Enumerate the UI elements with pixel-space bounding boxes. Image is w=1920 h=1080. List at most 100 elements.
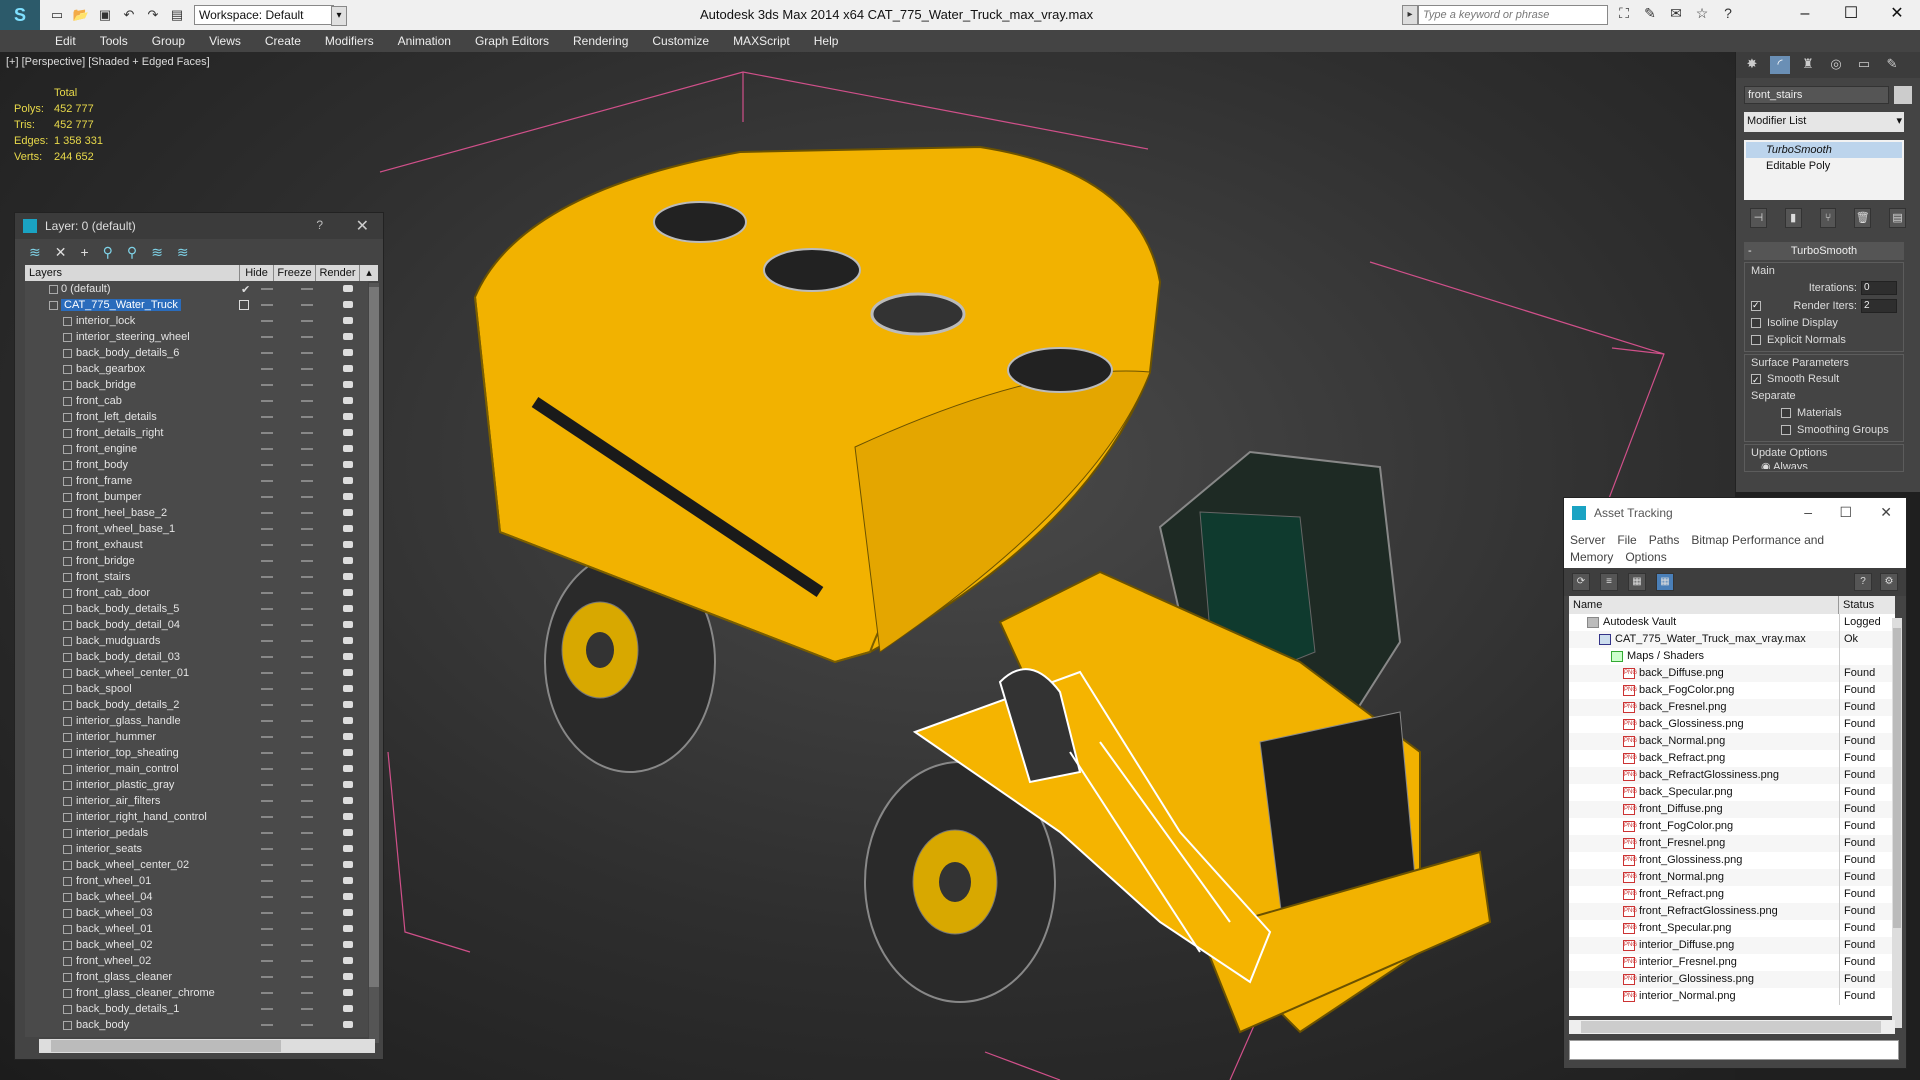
asset-path-field[interactable] (1569, 1040, 1899, 1060)
render-teapot-icon[interactable] (343, 461, 353, 468)
freeze-toggle[interactable] (301, 720, 313, 722)
layer-name[interactable]: back_mudguards (76, 635, 160, 647)
render-teapot-icon[interactable] (343, 749, 353, 756)
hide-toggle[interactable] (261, 464, 273, 466)
menu-tools[interactable]: Tools (100, 34, 128, 48)
layer-row[interactable]: front_wheel_01 (25, 873, 368, 889)
render-teapot-icon[interactable] (343, 397, 353, 404)
hierarchy-tab-icon[interactable]: ♜ (1798, 56, 1818, 74)
layer-name[interactable]: front_engine (76, 443, 137, 455)
asset-row[interactable]: PNG front_Specular.png Found (1569, 920, 1895, 937)
layer-row[interactable]: back_body_details_1 (25, 1001, 368, 1017)
render-teapot-icon[interactable] (343, 429, 353, 436)
list-view-icon[interactable]: ≡ (1600, 573, 1618, 591)
asset-row[interactable]: PNG interior_Glossiness.png Found (1569, 971, 1895, 988)
hide-toggle[interactable] (261, 880, 273, 882)
render-teapot-icon[interactable] (343, 1021, 353, 1028)
render-teapot-icon[interactable] (343, 941, 353, 948)
hide-toggle[interactable] (261, 320, 273, 322)
asset-row[interactable]: PNG back_FogColor.png Found (1569, 682, 1895, 699)
freeze-toggle[interactable] (301, 688, 313, 690)
asset-row[interactable]: PNG interior_Fresnel.png Found (1569, 954, 1895, 971)
hide-toggle[interactable] (261, 848, 273, 850)
freeze-toggle[interactable] (301, 992, 313, 994)
layer-name[interactable]: front_details_right (76, 427, 163, 439)
hide-toggle[interactable] (261, 592, 273, 594)
layer-row[interactable]: front_wheel_02 (25, 953, 368, 969)
hide-toggle[interactable] (261, 384, 273, 386)
asset-row[interactable]: PNG back_Refract.png Found (1569, 750, 1895, 767)
menu-group[interactable]: Group (152, 34, 185, 48)
workspace-dropdown[interactable]: Workspace: Default (194, 5, 347, 26)
hide-toggle[interactable] (261, 336, 273, 338)
asset-row[interactable]: PNG back_RefractGlossiness.png Found (1569, 767, 1895, 784)
layer-row[interactable]: front_left_details (25, 409, 368, 425)
layer-name[interactable]: back_body_detail_03 (76, 651, 180, 663)
layer-row[interactable]: interior_steering_wheel (25, 329, 368, 345)
sort-icon[interactable]: ▴ (360, 265, 378, 281)
help-icon[interactable]: ? (1718, 5, 1738, 25)
hide-toggle[interactable] (261, 352, 273, 354)
layer-vertical-scrollbar[interactable] (369, 283, 379, 1043)
hide-toggle[interactable] (261, 864, 273, 866)
layer-row[interactable]: front_exhaust (25, 537, 368, 553)
hide-toggle[interactable] (261, 752, 273, 754)
hide-toggle[interactable] (261, 992, 273, 994)
render-teapot-icon[interactable] (343, 301, 353, 308)
maximize-button[interactable]: ☐ (1828, 0, 1874, 30)
col-render[interactable]: Render (316, 265, 360, 281)
viewport-label[interactable]: [+] [Perspective] [Shaded + Edged Faces] (6, 56, 210, 68)
layer-row[interactable]: back_body_details_2 (25, 697, 368, 713)
render-teapot-icon[interactable] (343, 477, 353, 484)
hide-toggle[interactable] (261, 944, 273, 946)
layer-row[interactable]: front_body (25, 457, 368, 473)
freeze-toggle[interactable] (301, 1008, 313, 1010)
render-teapot-icon[interactable] (343, 813, 353, 820)
layer-name[interactable]: CAT_775_Water_Truck (61, 299, 181, 311)
project-folder-icon[interactable]: ▤ (168, 6, 186, 24)
configure-sets-icon[interactable]: ▤ (1889, 208, 1906, 228)
menu-animation[interactable]: Animation (398, 34, 451, 48)
binoculars-icon[interactable]: ⛶ (1614, 5, 1634, 25)
create-layer-icon[interactable]: ≋ (29, 244, 41, 261)
current-layer-check-icon[interactable]: ✔ (241, 283, 250, 296)
thumbnail-view-icon[interactable]: ▦ (1628, 573, 1646, 591)
render-teapot-icon[interactable] (343, 909, 353, 916)
hide-toggle[interactable] (261, 1024, 273, 1026)
layer-name[interactable]: front_wheel_02 (76, 955, 151, 967)
layer-row[interactable]: back_wheel_01 (25, 921, 368, 937)
utilities-tab-icon[interactable]: ✎ (1882, 56, 1902, 74)
open-file-icon[interactable]: 📂 (72, 6, 90, 24)
layer-name[interactable]: front_bridge (76, 555, 135, 567)
layer-name[interactable]: front_cab (76, 395, 122, 407)
layer-panel-titlebar[interactable]: Layer: 0 (default) ? ✕ (15, 213, 383, 239)
freeze-toggle[interactable] (301, 624, 313, 626)
select-objects-icon[interactable]: ⚲ (103, 244, 113, 261)
render-teapot-icon[interactable] (343, 589, 353, 596)
materials-row[interactable]: Materials (1751, 405, 1897, 422)
turbosmooth-rollout[interactable]: TurboSmooth (1744, 242, 1904, 260)
layer-row[interactable]: front_glass_cleaner_chrome (25, 985, 368, 1001)
undo-icon[interactable]: ↶ (120, 6, 138, 24)
freeze-toggle[interactable] (301, 560, 313, 562)
layer-name[interactable]: interior_pedals (76, 827, 148, 839)
hide-toggle[interactable] (261, 560, 273, 562)
smoothing-groups-checkbox[interactable] (1781, 425, 1791, 436)
freeze-toggle[interactable] (301, 368, 313, 370)
add-to-layer-icon[interactable]: + (80, 244, 88, 260)
display-tab-icon[interactable]: ▭ (1854, 56, 1874, 74)
close-button[interactable]: ✕ (1880, 504, 1892, 521)
hide-toggle[interactable] (261, 720, 273, 722)
layer-name[interactable]: back_body (76, 1019, 129, 1031)
hide-toggle[interactable] (261, 400, 273, 402)
asset-row[interactable]: PNG back_Fresnel.png Found (1569, 699, 1895, 716)
layer-row[interactable]: front_wheel_base_1 (25, 521, 368, 537)
layer-name[interactable]: front_stairs (76, 571, 130, 583)
menu-rendering[interactable]: Rendering (573, 34, 628, 48)
freeze-toggle[interactable] (301, 928, 313, 930)
layer-name[interactable]: front_bumper (76, 491, 141, 503)
hide-toggle[interactable] (261, 784, 273, 786)
render-teapot-icon[interactable] (343, 877, 353, 884)
render-teapot-icon[interactable] (343, 669, 353, 676)
layer-row[interactable]: back_gearbox (25, 361, 368, 377)
